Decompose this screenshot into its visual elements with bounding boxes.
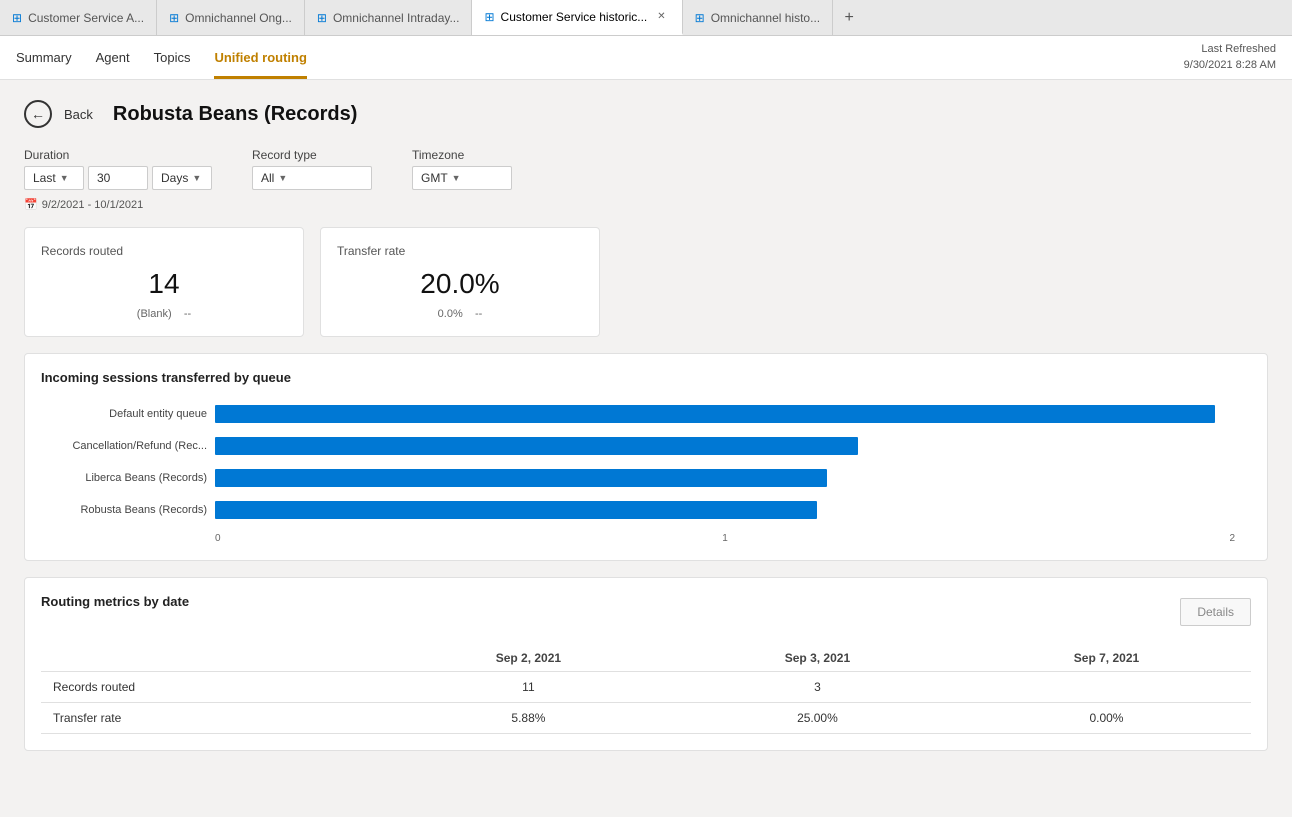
bar-track-2 [215, 437, 1235, 455]
date-range: 📅 9/2/2021 - 10/1/2021 [24, 198, 1268, 211]
nav-tabs: Summary Agent Topics Unified routing [16, 36, 307, 79]
bar-row-1: Default entity queue [57, 405, 1235, 423]
calendar-icon: 📅 [24, 198, 38, 211]
cards-row: Records routed 14 (Blank) -- Transfer ra… [24, 227, 1268, 337]
record-type-controls: All ▼ [252, 166, 372, 190]
routing-metrics-title: Routing metrics by date [41, 594, 189, 609]
chart-title: Incoming sessions transferred by queue [41, 370, 1251, 385]
table-row-1: Records routed 11 3 [41, 672, 1251, 703]
details-button[interactable]: Details [1180, 598, 1251, 626]
bar-fill-2 [215, 437, 858, 455]
tab-customer-service-a[interactable]: ⊞ Customer Service A... [0, 0, 157, 35]
duration-filter: Duration Last ▼ 30 Days ▼ [24, 148, 212, 190]
bar-row-2: Cancellation/Refund (Rec... [57, 437, 1235, 455]
transfer-rate-value: 20.0% [337, 268, 583, 300]
records-routed-card: Records routed 14 (Blank) -- [24, 227, 304, 337]
axis-label-1: 1 [722, 533, 728, 544]
tab-icon-4: ⊞ [484, 10, 494, 24]
add-tab-button[interactable]: + [833, 0, 865, 35]
duration-value-input[interactable]: 30 [88, 166, 148, 190]
timezone-filter: Timezone GMT ▼ [412, 148, 512, 190]
tab-icon-2: ⊞ [169, 11, 179, 25]
tab-omnichannel-ong[interactable]: ⊞ Omnichannel Ong... [157, 0, 305, 35]
page-title: Robusta Beans (Records) [113, 103, 358, 126]
tab-icon-3: ⊞ [317, 11, 327, 25]
transfer-rate-sub: 0.0% -- [337, 308, 583, 320]
caret-icon-2: ▼ [192, 173, 201, 183]
nav-bar: Summary Agent Topics Unified routing Las… [0, 36, 1292, 80]
metric-val-2-2: 25.00% [673, 703, 962, 734]
metrics-table: Sep 2, 2021 Sep 3, 2021 Sep 7, 2021 Reco… [41, 645, 1251, 734]
bar-label-4: Robusta Beans (Records) [57, 504, 207, 516]
col-header-1: Sep 2, 2021 [384, 645, 673, 672]
axis-label-2: 2 [1229, 533, 1235, 544]
axis-label-0: 0 [215, 533, 221, 544]
back-button[interactable]: ← [24, 100, 52, 128]
close-tab-button[interactable]: ✕ [653, 9, 669, 24]
bar-row-3: Liberca Beans (Records) [57, 469, 1235, 487]
back-label[interactable]: Back [64, 107, 93, 122]
chart-section: Incoming sessions transferred by queue D… [24, 353, 1268, 561]
metric-val-1-2: 3 [673, 672, 962, 703]
back-row: ← Back Robusta Beans (Records) [24, 100, 1268, 128]
metric-val-2-3: 0.00% [962, 703, 1251, 734]
caret-icon: ▼ [60, 173, 69, 183]
bar-track-3 [215, 469, 1235, 487]
tab-icon-5: ⊞ [695, 11, 705, 25]
bar-fill-3 [215, 469, 827, 487]
col-header-0 [41, 645, 384, 672]
duration-label: Duration [24, 148, 212, 162]
record-type-filter: Record type All ▼ [252, 148, 372, 190]
records-routed-sub: (Blank) -- [41, 308, 287, 320]
bar-fill-4 [215, 501, 817, 519]
duration-unit-select[interactable]: Days ▼ [152, 166, 212, 190]
metric-val-1-1: 11 [384, 672, 673, 703]
last-refreshed: Last Refreshed 9/30/2021 8:28 AM [1184, 42, 1276, 73]
record-type-label: Record type [252, 148, 372, 162]
main-content: ← Back Robusta Beans (Records) Duration … [0, 80, 1292, 817]
tab-summary[interactable]: Summary [16, 36, 72, 79]
caret-icon-3: ▼ [278, 173, 287, 183]
tab-omnichannel-histo[interactable]: ⊞ Omnichannel histo... [683, 0, 833, 35]
transfer-rate-title: Transfer rate [337, 244, 583, 258]
duration-controls: Last ▼ 30 Days ▼ [24, 166, 212, 190]
routing-metrics-section: Routing metrics by date Details Sep 2, 2… [24, 577, 1268, 751]
metric-label-1: Records routed [41, 672, 384, 703]
bar-row-4: Robusta Beans (Records) [57, 501, 1235, 519]
bar-track-4 [215, 501, 1235, 519]
filters-row: Duration Last ▼ 30 Days ▼ Record type Al [24, 148, 1268, 190]
records-routed-value: 14 [41, 268, 287, 300]
caret-icon-4: ▼ [452, 173, 461, 183]
timezone-select[interactable]: GMT ▼ [412, 166, 512, 190]
tab-icon-1: ⊞ [12, 11, 22, 25]
timezone-label: Timezone [412, 148, 512, 162]
bar-label-1: Default entity queue [57, 408, 207, 420]
metric-label-2: Transfer rate [41, 703, 384, 734]
metric-val-2-1: 5.88% [384, 703, 673, 734]
col-header-2: Sep 3, 2021 [673, 645, 962, 672]
col-header-3: Sep 7, 2021 [962, 645, 1251, 672]
transfer-rate-card: Transfer rate 20.0% 0.0% -- [320, 227, 600, 337]
bar-fill-1 [215, 405, 1215, 423]
bar-axis: 0 1 2 [57, 533, 1235, 544]
bar-label-2: Cancellation/Refund (Rec... [57, 440, 207, 452]
duration-prefix-select[interactable]: Last ▼ [24, 166, 84, 190]
tab-omnichannel-intraday[interactable]: ⊞ Omnichannel Intraday... [305, 0, 473, 35]
table-row-2: Transfer rate 5.88% 25.00% 0.00% [41, 703, 1251, 734]
tab-unified-routing[interactable]: Unified routing [214, 36, 306, 79]
timezone-controls: GMT ▼ [412, 166, 512, 190]
record-type-select[interactable]: All ▼ [252, 166, 372, 190]
bar-track-1 [215, 405, 1235, 423]
bar-label-3: Liberca Beans (Records) [57, 472, 207, 484]
bar-chart: Default entity queue Cancellation/Refund… [41, 405, 1251, 544]
tab-customer-service-historic[interactable]: ⊞ Customer Service historic... ✕ [472, 0, 682, 35]
tab-agent[interactable]: Agent [96, 36, 130, 79]
table-header-row: Routing metrics by date Details [41, 594, 1251, 629]
records-routed-title: Records routed [41, 244, 287, 258]
tab-topics[interactable]: Topics [154, 36, 191, 79]
metric-val-1-3 [962, 672, 1251, 703]
tab-bar: ⊞ Customer Service A... ⊞ Omnichannel On… [0, 0, 1292, 36]
